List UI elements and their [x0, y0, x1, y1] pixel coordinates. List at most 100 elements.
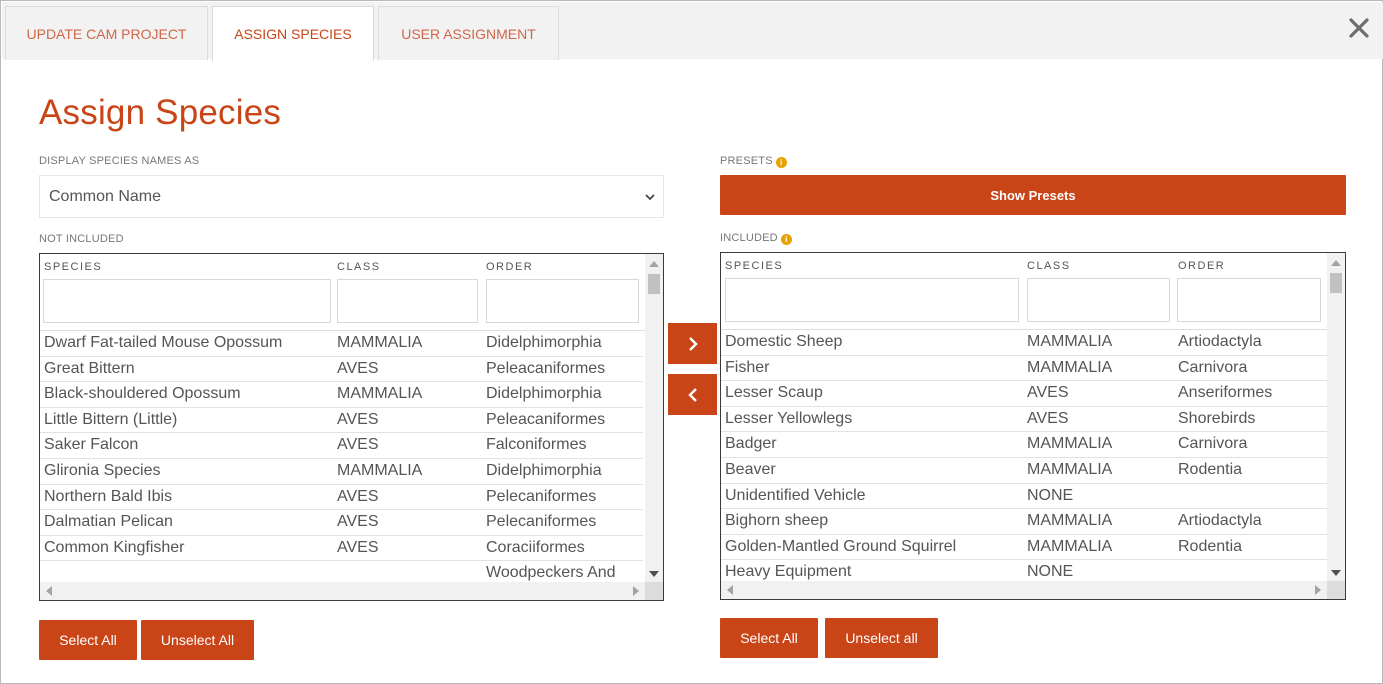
cell-species: Black-shouldered Opossum — [44, 385, 241, 403]
order-filter-input[interactable] — [1177, 278, 1321, 322]
scroll-thumb[interactable] — [648, 274, 660, 294]
cell-class: MAMMALIA — [1027, 358, 1113, 376]
scroll-thumb[interactable] — [1330, 273, 1342, 293]
cell-species: Northern Bald Ibis — [44, 487, 173, 505]
cell-species: Lesser Yellowlegs — [725, 409, 853, 427]
cell-species: Fisher — [725, 358, 770, 376]
column-header-class: CLASS — [1027, 260, 1071, 272]
table-row[interactable]: Fisher MAMMALIA Carnivora — [721, 356, 1327, 382]
column-header-species: SPECIES — [725, 260, 784, 272]
cell-order: Anseriformes — [1178, 384, 1273, 402]
select-all-included-button[interactable]: Select All — [720, 618, 818, 658]
vertical-scrollbar[interactable] — [1327, 253, 1345, 583]
scroll-left-icon[interactable] — [727, 585, 733, 595]
column-header-order: ORDER — [1178, 260, 1226, 272]
cell-order: Rodentia — [1178, 461, 1243, 478]
cell-order: Carnivora — [1178, 435, 1248, 453]
cell-order: Coraciiformes — [486, 538, 585, 556]
cell-class: MAMMALIA — [1027, 333, 1113, 350]
order-filter-input[interactable] — [486, 279, 639, 323]
cell-order: Rodentia — [1178, 537, 1243, 555]
table-row[interactable]: Glironia Species MAMMALIA Didelphimorphia — [40, 459, 643, 485]
table-row[interactable]: Badger MAMMALIA Carnivora — [721, 432, 1327, 458]
table-row[interactable]: Common Kingfisher AVES Coraciiformes — [40, 536, 643, 562]
cell-species: Unidentified Vehicle — [725, 486, 866, 504]
cell-species: Heavy Equipment — [725, 563, 852, 581]
cell-class: NONE — [1027, 486, 1074, 504]
cell-species: Lesser Scaup — [725, 384, 823, 402]
class-filter-input[interactable] — [1027, 278, 1170, 322]
info-icon: i — [775, 157, 787, 168]
cell-class: AVES — [337, 410, 379, 428]
vertical-scrollbar[interactable] — [645, 254, 663, 584]
column-header-class: CLASS — [337, 261, 381, 273]
cell-order: Falconiformes — [486, 436, 587, 454]
cell-class: AVES — [1027, 409, 1069, 427]
unselect-all-included-button[interactable]: Unselect all — [825, 618, 938, 658]
display-names-select[interactable]: Common Name — [39, 175, 664, 218]
horizontal-scrollbar[interactable] — [40, 582, 645, 600]
cell-species: Bighorn sheep — [725, 512, 829, 530]
select-all-not-included-button[interactable]: Select All — [39, 620, 137, 660]
table-row[interactable]: Domestic Sheep MAMMALIA Artiodactyla — [721, 330, 1327, 356]
cell-order: Carnivora — [1178, 358, 1248, 376]
show-presets-button[interactable]: Show Presets — [720, 175, 1346, 215]
cell-species: Common Kingfisher — [44, 538, 185, 556]
cell-class: MAMMALIA — [1027, 435, 1113, 453]
scroll-down-icon[interactable] — [1331, 570, 1341, 576]
table-row[interactable]: Beaver MAMMALIA Rodentia — [721, 458, 1327, 484]
scroll-up-icon[interactable] — [649, 261, 659, 267]
included-label: INCLUDED — [720, 232, 778, 244]
scroll-right-icon[interactable] — [633, 586, 639, 596]
cell-class: MAMMALIA — [1027, 461, 1113, 478]
presets-label-wrap: PRESETS i — [720, 155, 787, 168]
cell-class: MAMMALIA — [1027, 537, 1113, 555]
cell-order: Didelphimorphia — [486, 385, 602, 403]
modal-dialog: UPDATE CAM PROJECT ASSIGN SPECIES USER A… — [0, 0, 1383, 684]
cell-order: Didelphimorphia — [486, 462, 602, 479]
table-row[interactable]: Golden-Mantled Ground Squirrel MAMMALIA Ro… — [721, 535, 1327, 561]
table-row[interactable]: Bighorn sheep MAMMALIA Artiodactyla — [721, 509, 1327, 535]
scroll-corner — [645, 582, 663, 600]
table-row[interactable]: Lesser Yellowlegs AVES Shorebirds — [721, 407, 1327, 433]
column-header-species: SPECIES — [44, 261, 103, 273]
cell-order: Pelecaniformes — [486, 487, 597, 505]
scroll-down-icon[interactable] — [649, 571, 659, 577]
cell-order: Shorebirds — [1178, 409, 1256, 427]
species-filter-input[interactable] — [43, 279, 331, 323]
table-row[interactable]: Northern Bald Ibis AVES Pelecaniformes — [40, 485, 643, 511]
scroll-up-icon[interactable] — [1331, 260, 1341, 266]
unselect-all-not-included-button[interactable]: Unselect All — [141, 620, 254, 660]
cell-class: AVES — [1027, 384, 1069, 402]
table-row[interactable]: Little Bittern (Little) AVES Peleacaniform… — [40, 408, 643, 434]
tab-update-cam-project[interactable]: UPDATE CAM PROJECT — [5, 6, 208, 60]
cell-class: AVES — [337, 513, 379, 531]
not-included-label: NOT INCLUDED — [39, 233, 124, 245]
not-included-table: SPECIES CLASS ORDER Dwarf Fat-tailed Mou… — [39, 253, 664, 601]
tab-bar: UPDATE CAM PROJECT ASSIGN SPECIES USER A… — [2, 2, 1383, 61]
included-label-wrap: INCLUDED i — [720, 232, 792, 245]
table-row[interactable]: Unidentified Vehicle NONE — [721, 484, 1327, 510]
tab-user-assignment[interactable]: USER ASSIGNMENT — [378, 6, 559, 60]
cell-species: Golden-Mantled Ground Squirrel — [725, 537, 957, 555]
horizontal-scrollbar[interactable] — [721, 581, 1327, 599]
class-filter-input[interactable] — [337, 279, 478, 323]
move-right-button[interactable] — [668, 323, 717, 364]
move-left-button[interactable] — [668, 374, 717, 415]
table-row[interactable]: Great Bittern AVES Peleacaniformes — [40, 357, 643, 383]
cell-order: Woodpeckers And — [486, 564, 616, 582]
scroll-left-icon[interactable] — [46, 586, 52, 596]
cell-species: Domestic Sheep — [725, 333, 843, 350]
species-filter-input[interactable] — [725, 278, 1019, 322]
cell-class: NONE — [1027, 563, 1074, 581]
table-row[interactable]: Black-shouldered Opossum MAMMALIA Didelphi… — [40, 382, 643, 408]
scroll-right-icon[interactable] — [1315, 585, 1321, 595]
close-icon[interactable] — [1346, 15, 1372, 41]
table-row[interactable]: Saker Falcon AVES Falconiformes — [40, 433, 643, 459]
table-row[interactable]: Lesser Scaup AVES Anseriformes — [721, 381, 1327, 407]
tab-assign-species[interactable]: ASSIGN SPECIES — [212, 6, 374, 61]
cell-class: AVES — [337, 538, 379, 556]
display-names-label: DISPLAY SPECIES NAMES AS — [39, 155, 200, 167]
table-row[interactable]: Dalmatian Pelican AVES Pelecaniformes — [40, 510, 643, 536]
table-row[interactable]: Dwarf Fat-tailed Mouse Opossum MAMMALIA Di… — [40, 331, 643, 357]
